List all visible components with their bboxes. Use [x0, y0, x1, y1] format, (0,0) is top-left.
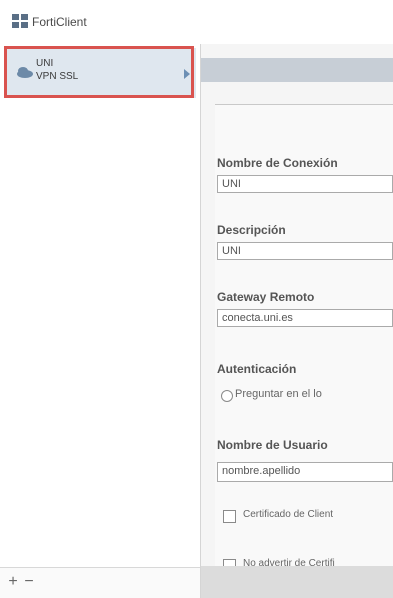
username-label: Nombre de Usuario: [217, 438, 328, 452]
editor-footer: [201, 566, 393, 598]
connection-editor: Nombre de Conexión UNI Descripción UNI G…: [201, 44, 393, 598]
connection-name-label: Nombre de Conexión: [217, 156, 338, 170]
selection-highlight: [4, 46, 194, 98]
remote-gateway-input[interactable]: conecta.uni.es: [217, 309, 393, 327]
connection-name-input[interactable]: UNI: [217, 175, 393, 193]
client-certificate-label: Certificado de Client: [243, 509, 334, 520]
app-title: FortiClient: [32, 15, 87, 29]
authentication-prompt-radio[interactable]: [221, 390, 233, 402]
title-bar: FortiClient: [0, 0, 393, 45]
remote-gateway-label: Gateway Remoto: [217, 290, 315, 304]
authentication-label: Autenticación: [217, 362, 297, 376]
authentication-prompt-label: Preguntar en el lo: [235, 388, 322, 400]
description-label: Descripción: [217, 223, 286, 237]
remove-connection-button[interactable]: −: [22, 572, 36, 592]
client-certificate-checkbox[interactable]: [223, 510, 236, 523]
username-input[interactable]: nombre.apellido: [217, 462, 393, 482]
connections-sidebar: UNI VPN SSL + −: [0, 44, 201, 598]
sidebar-footer: + −: [0, 567, 200, 598]
add-connection-button[interactable]: +: [6, 572, 20, 592]
forticlient-logo-icon: [12, 14, 28, 28]
editor-header: [201, 58, 393, 82]
description-input[interactable]: UNI: [217, 242, 393, 260]
